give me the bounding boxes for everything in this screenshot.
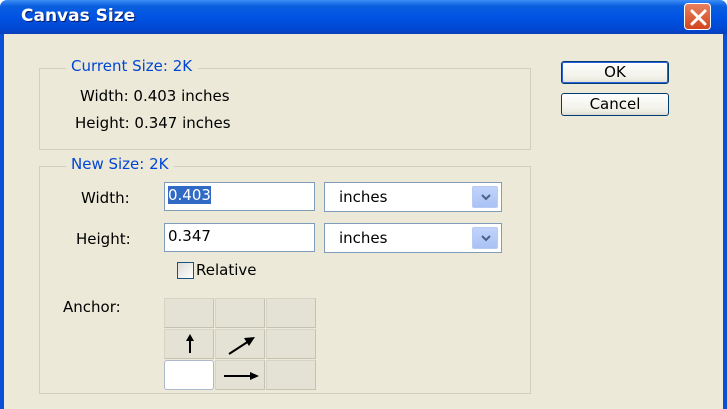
window-frame-right	[723, 34, 727, 409]
window-title: Canvas Size	[21, 6, 136, 26]
width-input[interactable]: 0.403	[164, 182, 315, 211]
chevron-down-icon	[481, 194, 491, 201]
anchor-grid	[164, 298, 316, 390]
current-size-legend: Current Size: 2K	[66, 57, 199, 75]
canvas-size-dialog: Canvas Size Current Size: 2K Width: 0.40…	[0, 0, 727, 409]
arrow-up-icon	[186, 334, 194, 353]
window-frame-left	[0, 34, 4, 409]
dialog-body: Current Size: 2K Width: 0.403 inches Hei…	[0, 34, 727, 409]
arrow-right-icon	[224, 372, 259, 380]
anchor-middle-right[interactable]	[266, 329, 316, 359]
arrow-up-right-icon	[228, 337, 255, 355]
anchor-top-left[interactable]	[164, 298, 214, 328]
anchor-bottom-left[interactable]	[164, 360, 214, 390]
ok-button[interactable]: OK	[561, 61, 669, 84]
title-bar[interactable]: Canvas Size	[0, 0, 727, 34]
anchor-top-center[interactable]	[215, 298, 265, 328]
anchor-bottom-center[interactable]	[215, 360, 265, 390]
close-icon	[690, 9, 707, 26]
current-size-group: Current Size: 2K	[39, 57, 531, 150]
height-value: 0.347	[168, 227, 211, 245]
height-unit-value: inches	[339, 229, 388, 247]
height-unit-select[interactable]: inches	[324, 223, 502, 253]
relative-checkbox[interactable]	[177, 262, 194, 279]
anchor-label: Anchor:	[63, 298, 121, 316]
current-height-text: Height: 0.347 inches	[75, 114, 231, 132]
width-value: 0.403	[168, 186, 211, 204]
close-button[interactable]	[684, 3, 711, 30]
chevron-down-icon	[481, 235, 491, 242]
new-width-label: Width:	[81, 189, 130, 207]
width-unit-value: inches	[339, 188, 388, 206]
anchor-bottom-right[interactable]	[266, 360, 316, 390]
width-unit-dropdown-button[interactable]	[472, 186, 498, 208]
anchor-middle-left[interactable]	[164, 329, 214, 359]
height-input[interactable]: 0.347	[164, 223, 315, 252]
anchor-top-right[interactable]	[266, 298, 316, 328]
cancel-button[interactable]: Cancel	[561, 93, 669, 116]
width-unit-select[interactable]: inches	[324, 182, 502, 212]
anchor-middle-center[interactable]	[215, 329, 265, 359]
ok-button-label: OK	[604, 63, 626, 81]
relative-label[interactable]: Relative	[196, 261, 257, 279]
new-height-label: Height:	[76, 230, 131, 248]
cancel-button-label: Cancel	[589, 95, 641, 113]
current-width-text: Width: 0.403 inches	[80, 87, 230, 105]
new-size-legend: New Size: 2K	[66, 155, 175, 173]
height-unit-dropdown-button[interactable]	[472, 227, 498, 249]
